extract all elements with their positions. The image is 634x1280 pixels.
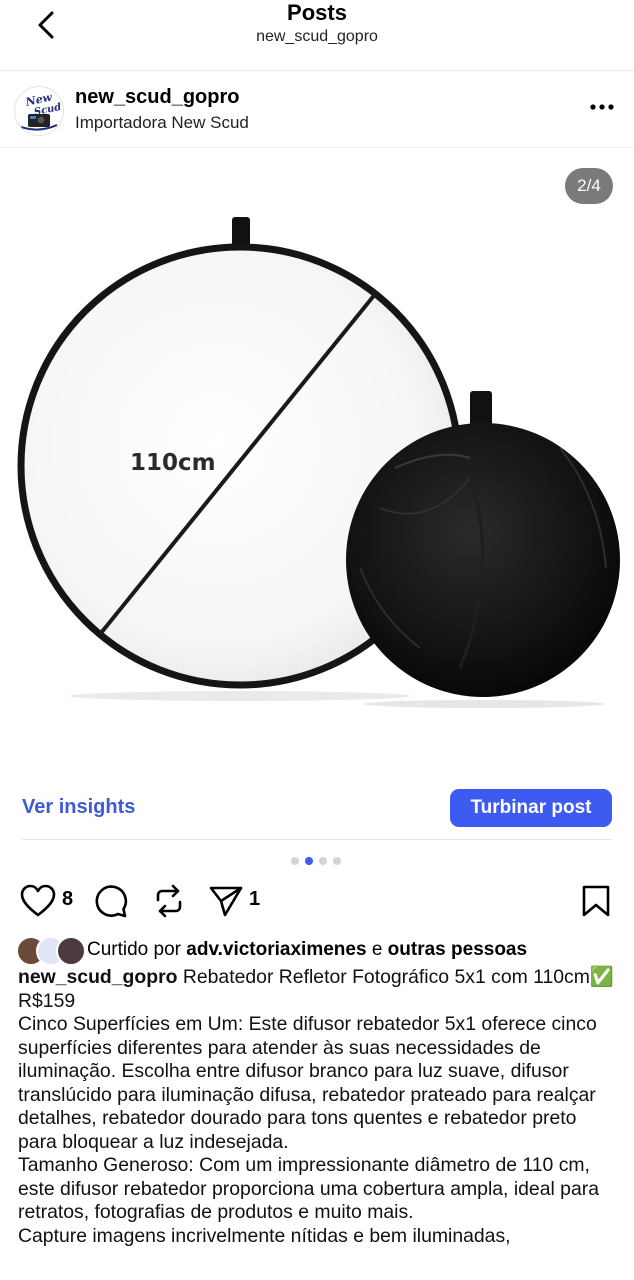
page-title: Posts: [287, 0, 347, 25]
share-count[interactable]: 1: [249, 888, 260, 911]
heart-icon[interactable]: [20, 884, 56, 918]
image-counter-badge: 2/4: [565, 168, 613, 204]
avatar[interactable]: New Scud: [14, 86, 64, 136]
new-scud-logo: New Scud: [16, 88, 62, 134]
boost-post-button[interactable]: Turbinar post: [450, 789, 612, 827]
post-image[interactable]: 110cm: [0, 148, 634, 768]
post-action-bar: 8 1: [0, 880, 634, 922]
carousel-dot: [319, 857, 327, 865]
post-caption: new_scud_gopro Rebatedor Refletor Fotogr…: [18, 966, 618, 1248]
like-count[interactable]: 8: [62, 888, 73, 911]
diameter-label: 110cm: [130, 450, 216, 476]
caption-price: R$159: [18, 989, 76, 1012]
reflector-illustration: 110cm: [17, 217, 620, 708]
post-author-row: New Scud new_scud_gopro Importadora New …: [0, 71, 634, 148]
share-icon[interactable]: [208, 884, 244, 918]
liked-by-prefix: Curtido por: [87, 939, 181, 960]
caption-paragraph: Tamanho Generoso: Com um impressionante …: [18, 1154, 599, 1223]
caption-username[interactable]: new_scud_gopro: [18, 966, 177, 988]
liked-by-user[interactable]: adv.victoriaximenes: [186, 939, 366, 960]
carousel-dot-active: [305, 857, 313, 865]
view-insights-link[interactable]: Ver insights: [22, 796, 135, 819]
caption-paragraph: Cinco Superfícies em Um: Este difusor re…: [18, 1013, 597, 1153]
liked-by-others[interactable]: outras pessoas: [388, 939, 527, 960]
divider: [22, 839, 612, 840]
top-bar: Posts new_scud_gopro: [0, 0, 634, 71]
more-horizontal-icon[interactable]: [586, 95, 620, 119]
carousel-dot: [333, 857, 341, 865]
author-username[interactable]: new_scud_gopro: [75, 86, 239, 109]
carousel-dot: [291, 857, 299, 865]
liked-by-conj: e: [371, 939, 383, 960]
avatar: [56, 936, 86, 966]
bookmark-icon[interactable]: [580, 884, 612, 918]
liked-by-text[interactable]: Curtido por adv.victoriaximenes e outras…: [87, 939, 527, 961]
author-subtitle: Importadora New Scud: [75, 113, 249, 132]
caption-title: Rebatedor Refletor Fotográfico 5x1 com 1…: [182, 966, 615, 988]
repost-icon[interactable]: [152, 884, 186, 918]
comment-icon[interactable]: [94, 884, 128, 918]
caption-paragraph: Capture imagens incrivelmente nítidas e …: [18, 1224, 511, 1247]
page-subtitle: new_scud_gopro: [256, 28, 378, 45]
